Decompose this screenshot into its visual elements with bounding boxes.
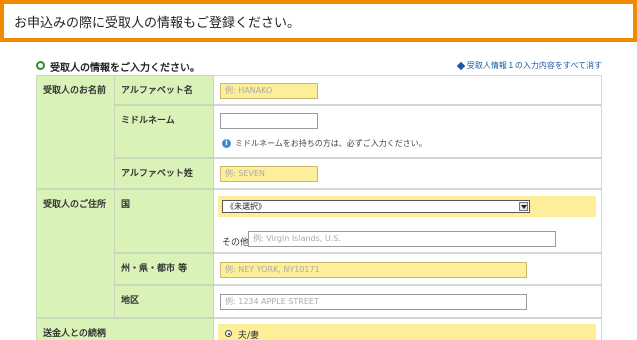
middle-name-label-cell: ミドルネーム xyxy=(115,105,214,158)
country-select[interactable]: 《未選択》 xyxy=(222,200,530,213)
country-cell: 《未選択》 その他 例: Virgin Islands, U.S. xyxy=(214,189,602,253)
middle-name-note-text: ミドルネームをお持ちの方は、必ずご入力ください。 xyxy=(235,139,427,148)
first-name-cell: 例: HANAKO xyxy=(214,75,602,105)
district-label: 地区 xyxy=(121,296,140,306)
first-name-label: アルファベット名 xyxy=(121,86,193,96)
recipient-form: 受取人のお名前 アルファベット名 例: HANAKO ミドルネーム i ミドルネ… xyxy=(36,75,602,340)
name-group-label-cell: 受取人のお名前 xyxy=(36,75,115,189)
name-group-label: 受取人のお名前 xyxy=(43,86,107,96)
relationship-cell: 夫/妻 xyxy=(214,318,602,340)
clear-recipient-link[interactable]: 受取人情報１の入力内容をすべて消す xyxy=(456,60,602,71)
radio-button-icon[interactable] xyxy=(225,330,232,337)
relationship-label-cell: 送金人との続柄 xyxy=(36,318,214,340)
relationship-label: 送金人との続柄 xyxy=(43,329,106,339)
last-name-input[interactable]: 例: SEVEN xyxy=(220,166,318,182)
country-selected-value: 《未選択》 xyxy=(226,202,266,211)
middle-name-label: ミドルネーム xyxy=(121,116,175,126)
district-label-cell: 地区 xyxy=(115,285,214,318)
last-name-cell: 例: SEVEN xyxy=(214,158,602,189)
state-label-cell: 州・県・都市 等 xyxy=(115,253,214,285)
country-label: 国 xyxy=(121,200,131,210)
circle-bullet-icon xyxy=(36,61,45,70)
last-name-label-cell: アルファベット姓 xyxy=(115,158,214,189)
first-name-label-cell: アルファベット名 xyxy=(115,75,214,105)
instruction-banner: お申込みの際に受取人の情報もご登録ください。 xyxy=(0,0,637,42)
state-input[interactable]: 例: NEY YORK, NY10171 xyxy=(220,262,527,278)
country-label-cell: 国 xyxy=(115,189,214,253)
other-country-input[interactable]: 例: Virgin Islands, U.S. xyxy=(248,231,556,247)
clear-link-text: 受取人情報１の入力内容をすべて消す xyxy=(466,61,602,70)
section-title: 受取人の情報をご入力ください。 xyxy=(50,63,200,74)
chevron-down-icon xyxy=(519,202,528,211)
first-name-input[interactable]: 例: HANAKO xyxy=(220,83,318,99)
diamond-bullet-icon xyxy=(456,61,466,70)
state-label: 州・県・都市 等 xyxy=(121,264,188,274)
other-country-label: その他 xyxy=(222,238,250,248)
address-group-label-cell: 受取人のご住所 xyxy=(36,189,115,318)
middle-name-cell: i ミドルネームをお持ちの方は、必ずご入力ください。 xyxy=(214,105,602,158)
middle-name-input[interactable] xyxy=(220,113,318,129)
district-cell: 例: 1234 APPLE STREET xyxy=(214,285,602,318)
state-cell: 例: NEY YORK, NY10171 xyxy=(214,253,602,285)
last-name-label: アルファベット姓 xyxy=(121,169,193,179)
district-input[interactable]: 例: 1234 APPLE STREET xyxy=(220,294,527,310)
relationship-required-highlight xyxy=(218,324,596,340)
middle-name-note: i ミドルネームをお持ちの方は、必ずご入力ください。 xyxy=(222,138,427,149)
relationship-option-spouse[interactable]: 夫/妻 xyxy=(238,328,259,340)
banner-text: お申込みの際に受取人の情報もご登録ください。 xyxy=(14,15,301,31)
info-icon: i xyxy=(222,139,231,148)
address-group-label: 受取人のご住所 xyxy=(43,200,107,210)
section-header: 受取人の情報をご入力ください。 受取人情報１の入力内容をすべて消す xyxy=(36,59,602,74)
